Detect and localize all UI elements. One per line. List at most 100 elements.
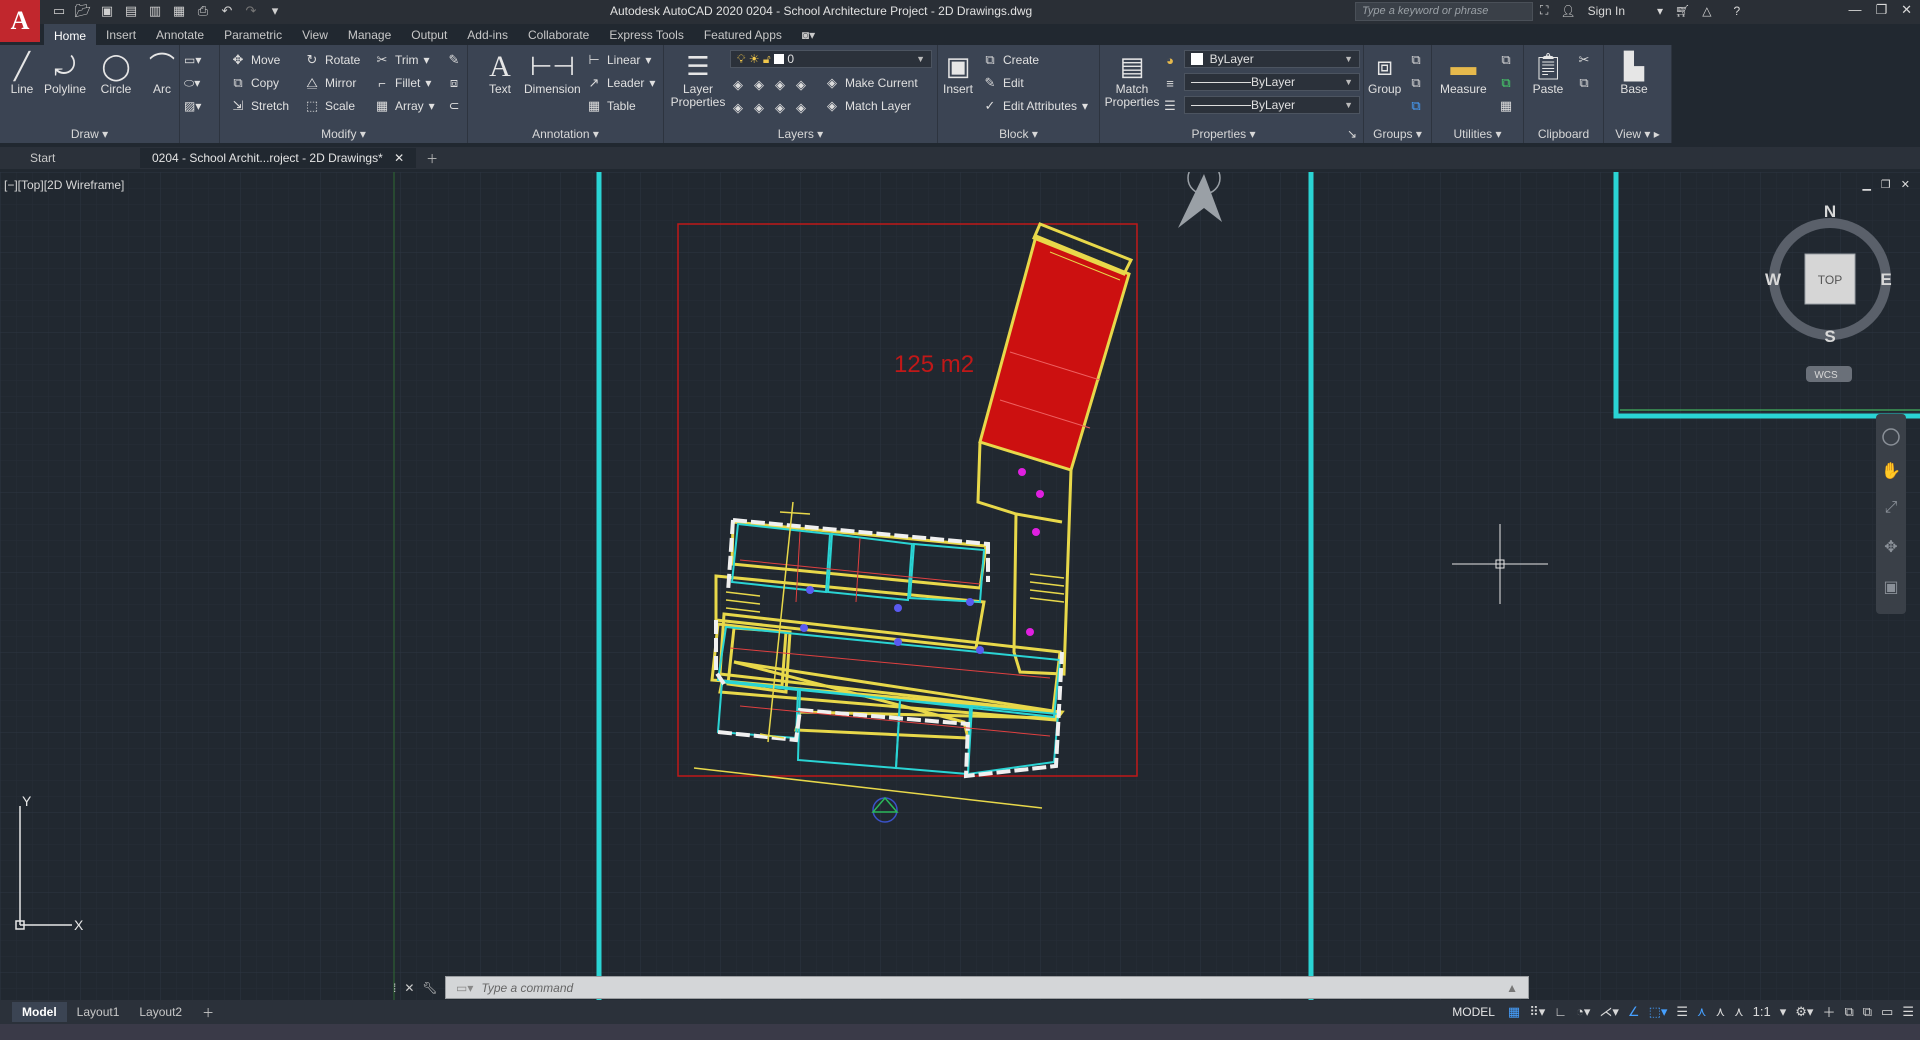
layout-tab-layout1[interactable]: Layout1: [67, 1002, 130, 1022]
rectangle-icon[interactable]: ▭▾: [184, 50, 201, 70]
layer-lock-icon[interactable]: ◈: [793, 77, 809, 93]
calculator-icon[interactable]: ▦: [1498, 96, 1514, 116]
hatch-icon[interactable]: ▨▾: [184, 96, 201, 116]
restore-icon[interactable]: ❐: [1875, 2, 1887, 18]
ribbon-display-toggle-icon[interactable]: ◙▾: [792, 25, 825, 45]
group-button[interactable]: ⧈ Group: [1368, 49, 1401, 96]
viewport-close-icon[interactable]: ✕: [1901, 178, 1910, 191]
linear-button[interactable]: ⊢ Linear ▾: [586, 50, 651, 70]
new-tab-icon[interactable]: ＋: [416, 150, 448, 167]
utilities-panel-title[interactable]: Utilities ▾: [1432, 127, 1523, 141]
app-menu-button[interactable]: A: [0, 0, 40, 42]
minimize-icon[interactable]: —: [1848, 2, 1861, 18]
layer-freeze-icon[interactable]: ◈: [772, 77, 788, 93]
lineweight-toggle-icon[interactable]: ☰: [1676, 1004, 1688, 1020]
layout-tab-model[interactable]: Model: [12, 1002, 67, 1022]
panel-launcher-icon[interactable]: ↘: [1347, 127, 1357, 141]
tab-manage[interactable]: Manage: [338, 25, 401, 45]
tab-parametric[interactable]: Parametric: [214, 25, 292, 45]
viewport-minimize-icon[interactable]: ▁: [1862, 178, 1870, 191]
viewcube-west[interactable]: W: [1765, 270, 1782, 289]
close-tab-icon[interactable]: ✕: [394, 151, 404, 165]
grid-display-icon[interactable]: ▦: [1508, 1004, 1520, 1020]
viewport-controls-label[interactable]: [−][Top][2D Wireframe]: [4, 178, 124, 192]
new-file-icon[interactable]: ▭: [50, 2, 68, 20]
quick-properties-icon[interactable]: ⧉: [1863, 1004, 1872, 1020]
redo-icon[interactable]: ↷: [242, 2, 260, 20]
lineweight-icon[interactable]: ☰: [1162, 96, 1178, 116]
search-input[interactable]: Type a keyword or phrase: [1355, 2, 1533, 21]
annotation-monitor-icon[interactable]: ＋: [1822, 1002, 1835, 1021]
scale-dropdown-icon[interactable]: ▾: [1780, 1004, 1787, 1020]
viewport-restore-icon[interactable]: ❐: [1881, 178, 1891, 191]
command-input[interactable]: ▭▾ Type a command ▲: [445, 976, 1529, 999]
customize-wrench-icon[interactable]: 🔧︎: [422, 981, 437, 995]
close-command-line-icon[interactable]: ✕: [404, 981, 414, 995]
grip-icon[interactable]: ⁞: [393, 981, 396, 995]
qat-customize-icon[interactable]: ▾: [266, 2, 284, 20]
clipboard-panel-title[interactable]: Clipboard: [1524, 127, 1603, 141]
tab-collaborate[interactable]: Collaborate: [518, 25, 599, 45]
match-properties-button[interactable]: ▤ Match Properties: [1104, 49, 1160, 109]
fillet-button[interactable]: ⌐ Fillet ▾: [374, 73, 431, 93]
edit-attributes-button[interactable]: ✓ Edit Attributes ▾: [982, 96, 1089, 116]
snap-mode-icon[interactable]: ⠿▾: [1529, 1004, 1545, 1020]
sign-in-link[interactable]: Sign In: [1588, 4, 1625, 18]
draw-panel-title[interactable]: Draw ▾: [0, 127, 179, 141]
customization-menu-icon[interactable]: ☰: [1902, 1004, 1914, 1020]
zoom-extents-icon[interactable]: ⤢: [1885, 499, 1898, 516]
view-panel-title[interactable]: View ▾ ▸: [1604, 127, 1671, 141]
create-block-button[interactable]: ⧉ Create: [982, 50, 1039, 70]
layer-on-icon[interactable]: ◈: [730, 100, 746, 116]
block-panel-title[interactable]: Block ▾: [938, 127, 1099, 141]
rotate-button[interactable]: ↻ Rotate: [304, 50, 361, 70]
help-icon[interactable]: ?: [1734, 4, 1741, 18]
isodraft-icon[interactable]: ⋌▾: [1599, 1004, 1619, 1020]
text-button[interactable]: A Text: [484, 49, 516, 96]
tab-featured-apps[interactable]: Featured Apps: [694, 25, 792, 45]
paste-button[interactable]: 📋︎ Paste: [1532, 49, 1565, 96]
autodesk-a360-icon[interactable]: △: [1702, 4, 1711, 18]
edit-block-button[interactable]: ✎ Edit: [982, 73, 1024, 93]
auto-scale-icon[interactable]: ⋏: [1716, 1004, 1726, 1020]
cart-icon[interactable]: 🛒︎: [1675, 4, 1690, 18]
layer-properties-button[interactable]: ☰ Layer Properties: [670, 49, 726, 109]
tab-annotate[interactable]: Annotate: [146, 25, 214, 45]
isolate-objects-icon[interactable]: ▭: [1881, 1004, 1893, 1020]
groups-panel-title[interactable]: Groups ▾: [1364, 127, 1431, 141]
quick-select-icon[interactable]: ⧉: [1498, 50, 1514, 70]
viewcube-top-face[interactable]: TOP: [1818, 273, 1842, 287]
annotation-scale-value[interactable]: 1:1: [1753, 1004, 1771, 1019]
tab-view[interactable]: View: [292, 25, 338, 45]
chevron-down-icon[interactable]: ▾: [1657, 4, 1663, 18]
dimension-button[interactable]: ⊢⊣ Dimension: [524, 49, 581, 96]
close-icon[interactable]: ✕: [1901, 2, 1912, 18]
layout-tab-layout2[interactable]: Layout2: [129, 1002, 192, 1022]
properties-panel-title[interactable]: Properties ▾ ↘: [1100, 127, 1363, 141]
undo-icon[interactable]: ↶: [218, 2, 236, 20]
move-button[interactable]: ✥ Move: [230, 50, 281, 70]
polar-tracking-icon[interactable]: ◔▾: [1576, 1004, 1590, 1020]
plot-icon[interactable]: ⎙: [194, 2, 212, 20]
showmotion-icon[interactable]: ▣: [1883, 579, 1898, 596]
binoculars-icon[interactable]: ⛶: [1540, 3, 1548, 18]
save-icon[interactable]: ▣: [98, 2, 116, 20]
tab-insert[interactable]: Insert: [96, 25, 146, 45]
measure-button[interactable]: ▬ Measure: [1440, 49, 1487, 96]
open-web-icon[interactable]: ▥: [146, 2, 164, 20]
group-edit-icon[interactable]: ⧉: [1408, 73, 1424, 93]
layer-unlock-icon[interactable]: ◈: [793, 100, 809, 116]
circle-button[interactable]: ◯ Circle: [100, 49, 132, 96]
scale-button[interactable]: ⬚ Scale: [304, 96, 355, 116]
linetype-icon[interactable]: ≡: [1162, 73, 1178, 93]
annotation-panel-title[interactable]: Annotation ▾: [468, 127, 663, 141]
layer-unisolate-icon[interactable]: ◈: [751, 100, 767, 116]
command-history-icon[interactable]: ▭▾: [456, 981, 473, 995]
viewcube-south[interactable]: S: [1824, 327, 1835, 346]
select-all-icon[interactable]: ⧉: [1498, 73, 1514, 93]
copy-button[interactable]: ⧉ Copy: [230, 73, 279, 93]
arc-button[interactable]: ⌒ Arc: [146, 49, 178, 96]
orbit-icon[interactable]: ✥: [1884, 539, 1897, 556]
mirror-button[interactable]: ⧋ Mirror: [304, 73, 356, 93]
color-dropdown[interactable]: ByLayer ▼: [1184, 50, 1360, 68]
